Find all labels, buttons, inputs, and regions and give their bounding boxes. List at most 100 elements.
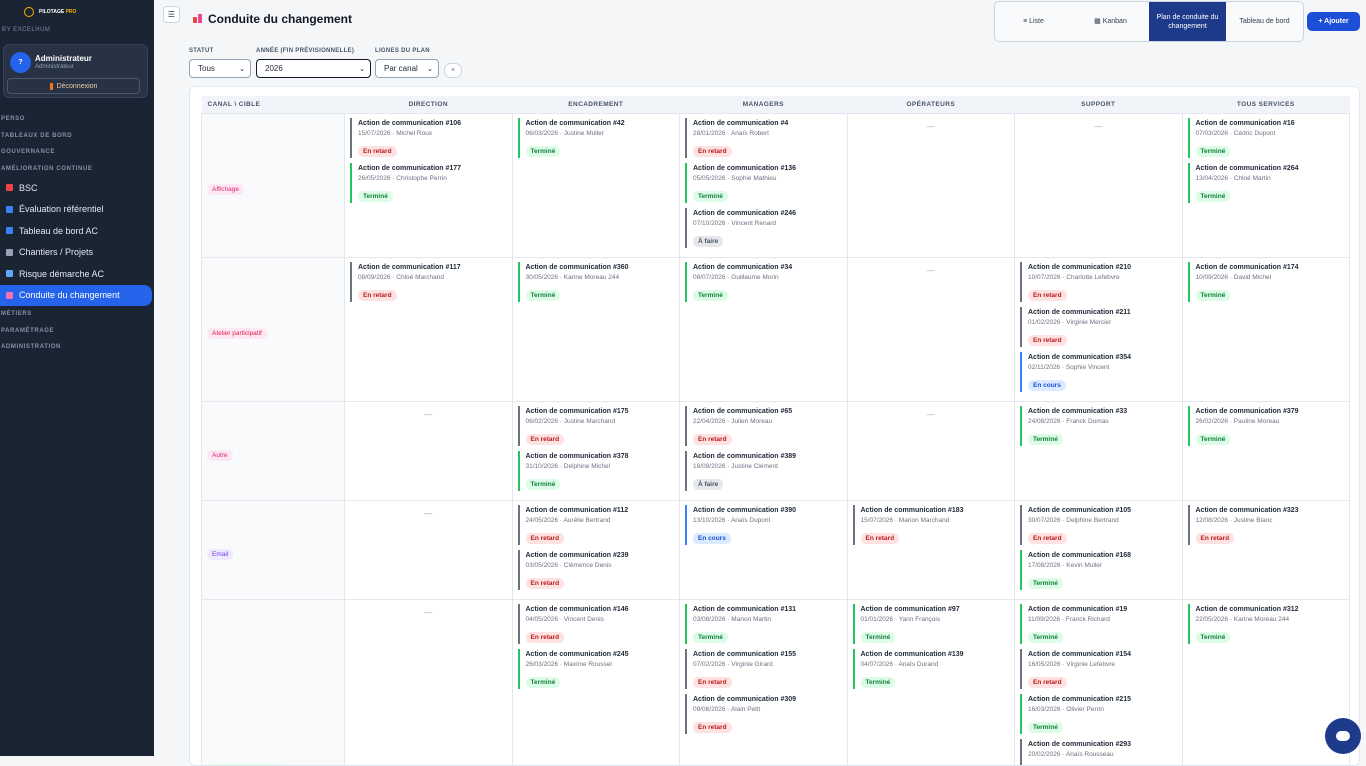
action-card[interactable]: Action de communication #37831/10/2026 ·… bbox=[518, 451, 675, 491]
table-row: Atelier participatifAction de communicat… bbox=[202, 257, 1350, 401]
action-title: Action de communication #106 bbox=[358, 120, 507, 129]
sidebar-item-0[interactable]: BSC bbox=[0, 177, 152, 199]
action-meta: 03/05/2026 · Clémence Denis bbox=[526, 561, 675, 572]
action-card[interactable]: Action de communication #24607/10/2026 ·… bbox=[685, 208, 842, 248]
action-card[interactable]: Action de communication #10530/07/2026 ·… bbox=[1020, 505, 1177, 545]
view-tableau-de-bord-tab[interactable]: Tableau de bord bbox=[1226, 2, 1303, 41]
action-card[interactable]: Action de communication #31222/05/2026 ·… bbox=[1188, 604, 1345, 644]
avatar[interactable]: ? bbox=[10, 52, 31, 73]
action-card[interactable]: Action de communication #6522/04/2026 · … bbox=[685, 406, 842, 446]
logout-button[interactable]: Déconnexion bbox=[7, 78, 140, 94]
menu-toggle-button[interactable]: ☰ bbox=[163, 6, 180, 23]
sidebar-item-5[interactable]: Conduite du changement bbox=[0, 285, 152, 307]
statut-select[interactable]: Tous⌄ bbox=[189, 59, 251, 78]
board-cell: Action de communication #14604/05/2026 ·… bbox=[512, 599, 680, 766]
action-card[interactable]: Action de communication #13605/05/2026 ·… bbox=[685, 163, 842, 203]
action-card[interactable]: Action de communication #15416/05/2026 ·… bbox=[1020, 649, 1177, 689]
action-card[interactable]: Action de communication #16817/08/2026 ·… bbox=[1020, 550, 1177, 590]
action-card[interactable]: Action de communication #39013/10/2026 ·… bbox=[685, 505, 842, 545]
action-card[interactable]: Action de communication #21516/03/2026 ·… bbox=[1020, 694, 1177, 734]
view-kanban-tab[interactable]: ▦ Kanban bbox=[1072, 2, 1149, 41]
status-badge: Terminé bbox=[693, 632, 728, 643]
action-card[interactable]: Action de communication #38918/09/2026 ·… bbox=[685, 451, 842, 491]
status-badge: En retard bbox=[1028, 533, 1067, 544]
annee-select[interactable]: 2026⌄ bbox=[256, 59, 371, 78]
action-card[interactable]: Action de communication #29320/02/2026 ·… bbox=[1020, 739, 1177, 766]
action-meta: 26/02/2026 · Pauline Moreau bbox=[1196, 417, 1345, 428]
action-card[interactable]: Action de communication #9701/01/2026 · … bbox=[853, 604, 1010, 644]
app-logo[interactable]: PILOTAGE PRO bbox=[0, 0, 154, 18]
action-title: Action de communication #211 bbox=[1028, 309, 1177, 318]
sidebar-item-3[interactable]: Chantiers / Projets bbox=[0, 242, 152, 264]
action-title: Action de communication #154 bbox=[1028, 651, 1177, 660]
action-card[interactable]: Action de communication #13904/07/2026 ·… bbox=[853, 649, 1010, 689]
sidebar-item-4[interactable]: Risque démarche AC bbox=[0, 263, 152, 285]
status-badge: En retard bbox=[693, 722, 732, 733]
chevron-down-icon: ⌄ bbox=[239, 65, 245, 73]
action-card[interactable]: Action de communication #4206/03/2026 · … bbox=[518, 118, 675, 158]
lignes-label: LIGNES DU PLAN bbox=[375, 48, 430, 54]
action-card[interactable]: Action de communication #1911/09/2026 · … bbox=[1020, 604, 1177, 644]
action-card[interactable]: Action de communication #35402/11/2026 ·… bbox=[1020, 352, 1177, 392]
action-meta: 18/09/2026 · Justine Clément bbox=[693, 462, 842, 473]
action-card[interactable]: Action de communication #1607/03/2026 · … bbox=[1188, 118, 1345, 158]
action-card[interactable]: Action de communication #17506/02/2026 ·… bbox=[518, 406, 675, 446]
action-card[interactable]: Action de communication #3408/07/2026 · … bbox=[685, 262, 842, 302]
action-card[interactable]: Action de communication #24526/03/2026 ·… bbox=[518, 649, 675, 689]
action-card[interactable]: Action de communication #10615/07/2026 ·… bbox=[350, 118, 507, 158]
chat-button[interactable] bbox=[1325, 718, 1361, 754]
action-meta: 04/07/2026 · Anaïs Durand bbox=[861, 660, 1010, 671]
status-badge: Terminé bbox=[1028, 434, 1063, 445]
action-meta: 15/07/2026 · Michel Roux bbox=[358, 129, 507, 140]
action-card[interactable]: Action de communication #36030/05/2026 ·… bbox=[518, 262, 675, 302]
action-card[interactable]: Action de communication #30909/06/2026 ·… bbox=[685, 694, 842, 734]
section-tableaux-de-bord[interactable]: TABLEAUX DE BORD bbox=[0, 128, 154, 145]
section-metiers[interactable]: MÉTIERS bbox=[0, 306, 154, 323]
section-administration[interactable]: ADMINISTRATION bbox=[0, 339, 154, 356]
action-card[interactable]: Action de communication #3324/08/2026 · … bbox=[1020, 406, 1177, 446]
action-card[interactable]: Action de communication #15507/02/2026 ·… bbox=[685, 649, 842, 689]
section-gouvernance[interactable]: GOUVERNANCE bbox=[0, 144, 154, 161]
view-liste-tab[interactable]: ≡ Liste bbox=[995, 2, 1072, 41]
section-amelioration-continue[interactable]: AMÉLIORATION CONTINUE bbox=[0, 161, 154, 178]
status-badge: En retard bbox=[526, 578, 565, 589]
action-title: Action de communication #309 bbox=[693, 696, 842, 705]
action-card[interactable]: Action de communication #21101/02/2026 ·… bbox=[1020, 307, 1177, 347]
section-perso[interactable]: PERSO bbox=[0, 111, 154, 128]
clear-filters-button[interactable]: × bbox=[444, 63, 462, 78]
action-card[interactable]: Action de communication #17726/05/2026 ·… bbox=[350, 163, 507, 203]
action-title: Action de communication #390 bbox=[693, 507, 842, 516]
action-card[interactable]: Action de communication #21010/07/2026 ·… bbox=[1020, 262, 1177, 302]
column-header: MANAGERS bbox=[680, 96, 848, 113]
add-button[interactable]: + Ajouter bbox=[1307, 12, 1360, 31]
board-cell: — bbox=[847, 257, 1015, 401]
status-badge: Terminé bbox=[526, 677, 561, 688]
chart-icon bbox=[6, 206, 13, 213]
plan-matrix: CANAL \ CIBLE DIRECTIONENCADREMENTMANAGE… bbox=[201, 96, 1350, 766]
action-card[interactable]: Action de communication #428/01/2026 · A… bbox=[685, 118, 842, 158]
board-cell: — bbox=[345, 401, 513, 500]
annee-label: ANNÉE (FIN PRÉVISIONNELLE) bbox=[256, 48, 354, 54]
status-badge: En retard bbox=[1028, 290, 1067, 301]
action-card[interactable]: Action de communication #13103/08/2026 ·… bbox=[685, 604, 842, 644]
action-card[interactable]: Action de communication #17410/09/2026 ·… bbox=[1188, 262, 1345, 302]
sidebar-item-1[interactable]: Évaluation référentiel bbox=[0, 199, 152, 221]
action-card[interactable]: Action de communication #23903/05/2026 ·… bbox=[518, 550, 675, 590]
lignes-select[interactable]: Par canal⌄ bbox=[375, 59, 439, 78]
board-cell: Action de communication #32312/08/2026 ·… bbox=[1182, 500, 1350, 599]
action-card[interactable]: Action de communication #11224/05/2026 ·… bbox=[518, 505, 675, 545]
action-card[interactable]: Action de communication #18315/07/2026 ·… bbox=[853, 505, 1010, 545]
action-title: Action de communication #4 bbox=[693, 120, 842, 129]
view-plan-tab[interactable]: Plan de conduite du changement bbox=[1149, 2, 1226, 41]
sidebar-item-2[interactable]: Tableau de bord AC bbox=[0, 220, 152, 242]
board-cell: Action de communication #37926/02/2026 ·… bbox=[1182, 401, 1350, 500]
section-parametrage[interactable]: PARAMÉTRAGE bbox=[0, 323, 154, 340]
action-card[interactable]: Action de communication #26413/04/2026 ·… bbox=[1188, 163, 1345, 203]
action-card[interactable]: Action de communication #37926/02/2026 ·… bbox=[1188, 406, 1345, 446]
action-card[interactable]: Action de communication #14604/05/2026 ·… bbox=[518, 604, 675, 644]
action-card[interactable]: Action de communication #11708/09/2026 ·… bbox=[350, 262, 507, 302]
status-badge: En retard bbox=[358, 290, 397, 301]
status-badge: En cours bbox=[1028, 380, 1066, 391]
action-card[interactable]: Action de communication #32312/08/2026 ·… bbox=[1188, 505, 1345, 545]
action-meta: 20/02/2026 · Anaïs Rousseau bbox=[1028, 750, 1177, 761]
